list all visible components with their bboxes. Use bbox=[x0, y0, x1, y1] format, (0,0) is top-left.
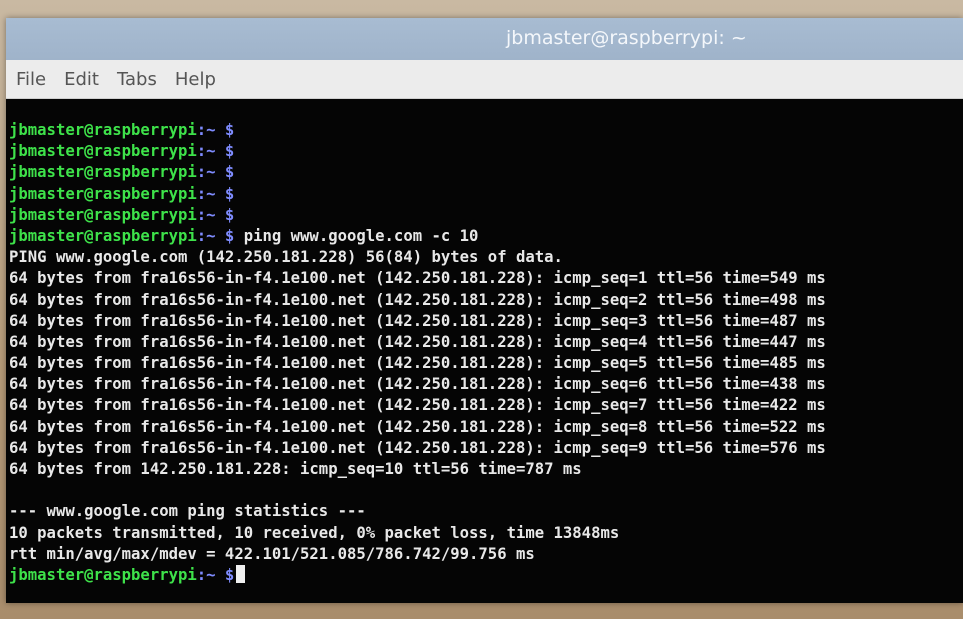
terminal-output[interactable]: jbmaster@raspberrypi:~ $ jbmaster@raspber… bbox=[6, 99, 963, 603]
terminal-window: jbmaster@raspberrypi: ~ File Edit Tabs H… bbox=[6, 18, 963, 603]
prompt-user: jbmaster@raspberrypi bbox=[9, 226, 197, 245]
prompt-path: :~ $ bbox=[196, 163, 235, 182]
output-line: 64 bytes from fra16s56-in-f4.1e100.net (… bbox=[9, 269, 826, 288]
prompt-path: :~ $ bbox=[196, 121, 235, 139]
prompt-path: :~ $ bbox=[196, 226, 235, 245]
menu-edit[interactable]: Edit bbox=[64, 69, 99, 90]
prompt-path: :~ $ bbox=[196, 205, 235, 224]
menu-file[interactable]: File bbox=[16, 69, 46, 90]
output-line: rtt min/avg/max/mdev = 422.101/521.085/7… bbox=[9, 544, 535, 563]
prompt-user: jbmaster@raspberrypi bbox=[9, 565, 197, 584]
prompt-user: jbmaster@raspberrypi bbox=[9, 184, 197, 203]
menu-bar: File Edit Tabs Help bbox=[6, 60, 963, 99]
prompt-line: jbmaster@raspberrypi:~ $ bbox=[9, 141, 963, 162]
output-line: PING www.google.com (142.250.181.228) 56… bbox=[9, 248, 563, 267]
prompt-user: jbmaster@raspberrypi bbox=[9, 142, 197, 161]
output-line: --- www.google.com ping statistics --- bbox=[9, 502, 366, 521]
prompt-line: jbmaster@raspberrypi:~ $ bbox=[9, 162, 963, 183]
output-line: 64 bytes from fra16s56-in-f4.1e100.net (… bbox=[9, 396, 826, 415]
output-line: 64 bytes from fra16s56-in-f4.1e100.net (… bbox=[9, 438, 826, 457]
prompt-line: jbmaster@raspberrypi:~ $ bbox=[9, 184, 963, 205]
prompt-path: :~ $ bbox=[196, 184, 235, 203]
prompt-user: jbmaster@raspberrypi bbox=[9, 121, 197, 139]
prompt-line: jbmaster@raspberrypi:~ $ ping www.google… bbox=[9, 226, 963, 247]
menu-tabs[interactable]: Tabs bbox=[117, 69, 157, 90]
prompt-user: jbmaster@raspberrypi bbox=[9, 163, 197, 182]
title-bar[interactable]: jbmaster@raspberrypi: ~ bbox=[6, 18, 963, 60]
prompt-path: :~ $ bbox=[196, 142, 235, 161]
output-line: 64 bytes from 142.250.181.228: icmp_seq=… bbox=[9, 460, 582, 478]
output-line: 64 bytes from fra16s56-in-f4.1e100.net (… bbox=[9, 375, 826, 394]
prompt-line: jbmaster@raspberrypi:~ $ bbox=[9, 120, 963, 141]
output-line: 64 bytes from fra16s56-in-f4.1e100.net (… bbox=[9, 332, 826, 351]
output-line: 64 bytes from fra16s56-in-f4.1e100.net (… bbox=[9, 290, 826, 309]
prompt-path: :~ $ bbox=[196, 565, 235, 584]
output-line: 64 bytes from fra16s56-in-f4.1e100.net (… bbox=[9, 354, 826, 373]
prompt-line: jbmaster@raspberrypi:~ $ bbox=[9, 205, 963, 226]
output-line: 10 packets transmitted, 10 received, 0% … bbox=[9, 523, 620, 542]
text-cursor bbox=[236, 564, 246, 583]
window-title: jbmaster@raspberrypi: ~ bbox=[506, 27, 747, 49]
prompt-user: jbmaster@raspberrypi bbox=[9, 205, 197, 224]
menu-help[interactable]: Help bbox=[175, 69, 216, 90]
output-line: 64 bytes from fra16s56-in-f4.1e100.net (… bbox=[9, 311, 826, 330]
prompt-line: jbmaster@raspberrypi:~ $ bbox=[9, 564, 963, 586]
command-text: ping www.google.com -c 10 bbox=[234, 226, 479, 245]
output-line: 64 bytes from fra16s56-in-f4.1e100.net (… bbox=[9, 417, 826, 436]
